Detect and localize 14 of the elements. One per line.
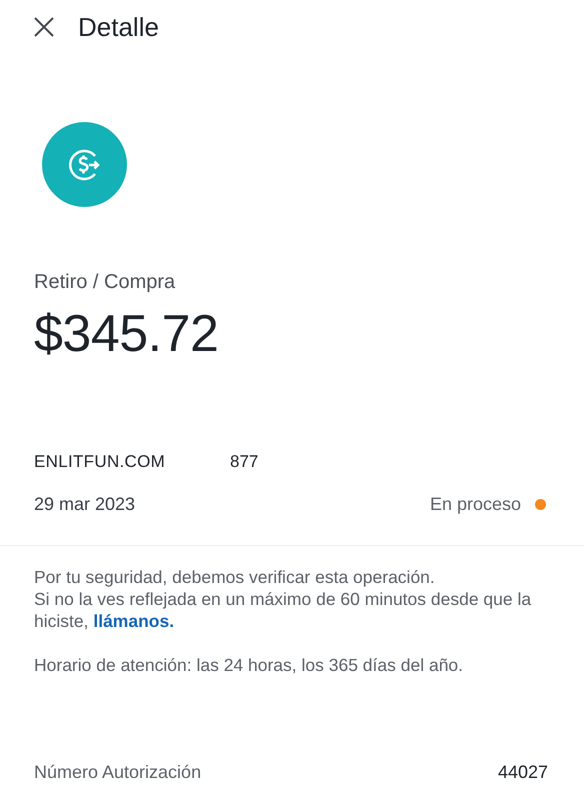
merchant-name: ENLITFUN.COM <box>34 452 166 472</box>
status-label: En proceso <box>430 494 521 515</box>
service-hours: Horario de atención: las 24 horas, los 365 días del año. <box>34 654 464 676</box>
close-button[interactable] <box>32 15 56 39</box>
authorization-label: Número Autorización <box>34 762 202 783</box>
close-icon <box>32 15 56 39</box>
security-notice: Por tu seguridad, debemos verificar esta operación. Si no la ves reflejada en un máximo de 60 minutos desde que la hiciste, llámanos. <box>34 566 532 632</box>
screen-title: Detalle <box>78 12 159 42</box>
transaction-type: Retiro / Compra <box>34 271 176 294</box>
merchant-code: 877 <box>230 452 258 472</box>
call-link[interactable]: llámanos. <box>93 611 174 631</box>
transaction-date: 29 mar 2023 <box>34 494 136 515</box>
authorization-number: 44027 <box>498 762 548 783</box>
transaction-amount: $345.72 <box>34 304 220 364</box>
